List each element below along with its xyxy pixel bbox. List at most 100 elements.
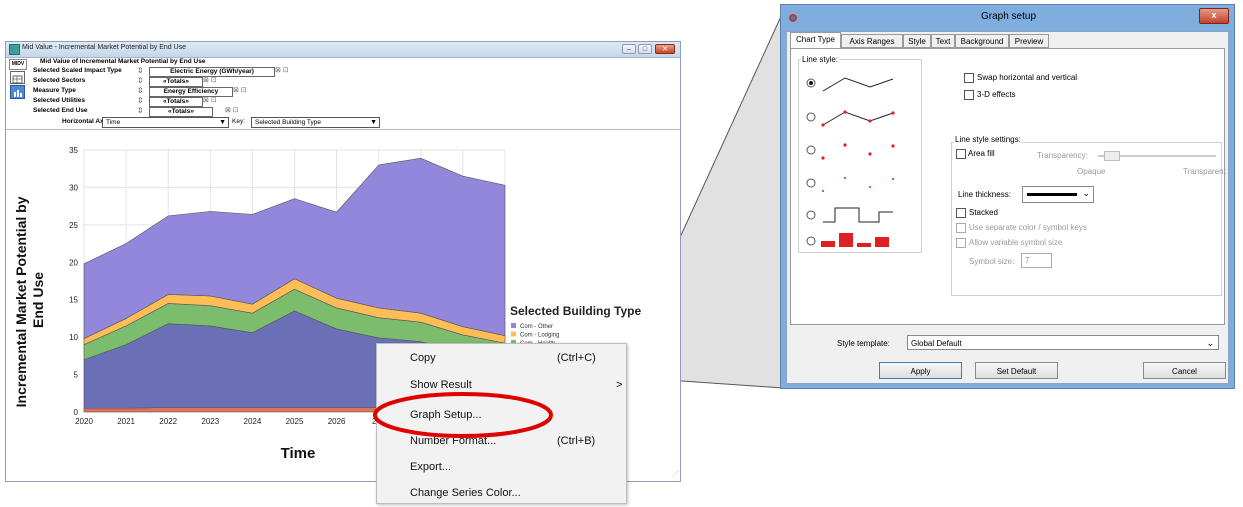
y-tick-label: 20	[69, 258, 78, 267]
separate-keys-checkbox[interactable]	[956, 223, 966, 233]
transparent-label: Transparent	[1183, 167, 1226, 176]
utilities-select[interactable]: «Totals»	[149, 97, 203, 107]
swap-axes-checkbox[interactable]	[964, 73, 974, 83]
sectors-select[interactable]: «Totals»	[149, 77, 203, 87]
chevron-down-icon: ▼	[219, 119, 226, 126]
line-thickness-label: Line thickness:	[958, 190, 1011, 199]
graph-view-icon[interactable]	[10, 85, 25, 99]
3d-effects-checkbox[interactable]	[964, 90, 974, 100]
tab-text[interactable]: Text	[931, 34, 955, 48]
key-value: Selected Building Type	[255, 119, 322, 126]
midv-mode-button[interactable]: MIDV	[9, 59, 27, 70]
row-arrow-icon: ⇳	[137, 106, 144, 115]
line-settings-group	[951, 142, 1222, 296]
line-style-option-bars[interactable]	[806, 233, 889, 247]
tab-preview[interactable]: Preview	[1009, 34, 1049, 48]
line-thickness-preview	[1027, 193, 1077, 196]
x-tick-label: 2026	[328, 417, 346, 426]
x-tick-label: 2021	[117, 417, 135, 426]
menu-item-shortcut: (Ctrl+B)	[557, 435, 596, 447]
line-style-option-symbols[interactable]	[806, 143, 895, 160]
variable-size-checkbox[interactable]	[956, 238, 966, 248]
row-tools-icon[interactable]: ⊠ ⊡	[233, 86, 247, 96]
row-label-impact: Selected Scaled Impact Type	[33, 67, 122, 74]
row-tools-icon[interactable]: ⊠ ⊡	[275, 66, 289, 76]
variable-size-label: Allow variable symbol size	[969, 238, 1063, 247]
measure-type-select[interactable]: Energy Efficiency	[149, 87, 233, 97]
menu-item-label: Change Series Color...	[410, 487, 521, 499]
submenu-arrow-icon: >	[616, 379, 623, 391]
line-style-options	[806, 77, 895, 247]
close-button[interactable]: ✕	[655, 44, 675, 54]
row-label-sectors: Selected Sectors	[33, 77, 86, 84]
legend-label: Com - Other	[520, 324, 553, 330]
key-label: Key:	[232, 118, 246, 125]
3d-effects-label: 3-D effects	[977, 90, 1016, 99]
row-arrow-icon: ⇳	[137, 96, 144, 105]
y-axis-label-line-2: End Use	[30, 272, 46, 328]
end-use-select[interactable]: «Totals»	[149, 107, 213, 117]
line-style-option-lines[interactable]	[806, 77, 894, 92]
tab-panel: Line style: Swap horizontal and vertical…	[790, 48, 1226, 325]
line-style-option-dots[interactable]	[806, 177, 894, 192]
minimize-button[interactable]: –	[622, 44, 636, 54]
cancel-button[interactable]: Cancel	[1143, 362, 1226, 379]
row-arrow-icon: ⇳	[137, 76, 144, 85]
y-tick-label: 35	[69, 146, 78, 155]
transparency-slider-thumb[interactable]	[1104, 151, 1120, 161]
chevron-down-icon: ⌄	[1082, 188, 1090, 198]
line-style-option-step[interactable]	[806, 207, 893, 223]
tab-style[interactable]: Style	[903, 34, 931, 48]
menu-item-label: Export...	[410, 461, 451, 473]
dialog-body: Chart Type Axis Ranges Style Text Backgr…	[786, 31, 1229, 384]
style-template-label: Style template:	[837, 339, 890, 348]
line-settings-label: Line style settings:	[954, 135, 1022, 144]
style-template-select[interactable]: Global Default ⌄	[907, 335, 1219, 350]
area-fill-label: Area fill	[968, 149, 995, 158]
x-tick-label: 2024	[244, 417, 262, 426]
graph-setup-dialog: Graph setup x Chart Type Axis Ranges Sty…	[780, 4, 1235, 389]
legend-swatch	[511, 331, 516, 337]
menu-item-label: Copy	[410, 352, 436, 364]
x-tick-label: 2022	[159, 417, 177, 426]
y-tick-label: 15	[69, 296, 78, 305]
window-title-bar: Mid Value - Incremental Market Potential…	[6, 42, 680, 58]
horizontal-axis-value: Time	[106, 119, 121, 126]
stacked-checkbox[interactable]	[956, 208, 966, 218]
chevron-down-icon: ⌄	[1206, 338, 1214, 348]
resize-grip-icon[interactable]: ⋰	[672, 470, 679, 478]
key-select[interactable]: Selected Building Type ▼	[251, 117, 380, 128]
dialog-close-button[interactable]: x	[1199, 8, 1229, 24]
horizontal-axis-select[interactable]: Time ▼	[102, 117, 229, 128]
line-style-option-lines-symbols[interactable]	[806, 110, 895, 127]
stacked-label: Stacked	[969, 208, 998, 217]
x-axis-label: Time	[281, 445, 316, 462]
row-tools-icon[interactable]: ⊠ ⊡	[203, 76, 217, 86]
menu-item-export[interactable]: Export...	[377, 454, 626, 481]
area-fill-checkbox[interactable]	[956, 149, 966, 159]
chevron-down-icon: ▼	[370, 119, 377, 126]
y-tick-label: 10	[69, 333, 78, 342]
table-view-icon[interactable]	[10, 71, 25, 84]
maximize-button[interactable]: □	[638, 44, 652, 54]
row-arrow-icon: ⇳	[137, 66, 144, 75]
dialog-title: Graph setup	[980, 11, 1037, 22]
tab-chart-type[interactable]: Chart Type	[790, 32, 841, 49]
apply-button[interactable]: Apply	[879, 362, 962, 379]
symbol-size-input[interactable]: 7	[1021, 253, 1052, 268]
x-tick-label: 2023	[201, 417, 219, 426]
legend-title: Selected Building Type	[510, 304, 641, 318]
menu-item-change-series-color[interactable]: Change Series Color...	[377, 480, 626, 507]
x-tick-label: 2025	[286, 417, 304, 426]
swap-axes-label: Swap horizontal and vertical	[977, 73, 1078, 82]
window-title: Mid Value - Incremental Market Potential…	[22, 44, 187, 51]
x-tick-label: 2020	[75, 417, 93, 426]
menu-item-copy[interactable]: Copy (Ctrl+C)	[377, 345, 626, 372]
tab-axis-ranges[interactable]: Axis Ranges	[841, 34, 903, 48]
row-tools-icon[interactable]: ⊠ ⊡	[203, 96, 217, 106]
set-default-button[interactable]: Set Default	[975, 362, 1058, 379]
line-thickness-select[interactable]: ⌄	[1022, 186, 1094, 203]
row-label-utilities: Selected Utilities	[33, 97, 86, 104]
row-tools-icon[interactable]: ⊠ ⊡	[225, 106, 239, 116]
tab-background[interactable]: Background	[955, 34, 1009, 48]
